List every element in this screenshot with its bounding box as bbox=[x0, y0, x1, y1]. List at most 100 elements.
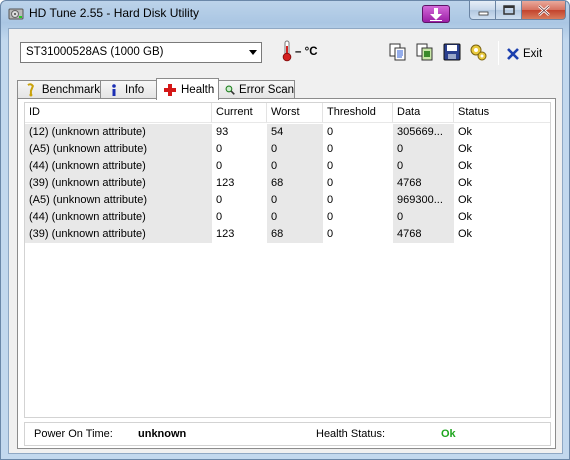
exit-button[interactable]: Exit bbox=[507, 45, 542, 63]
toolbar-separator bbox=[498, 41, 499, 65]
copy-text-icon[interactable] bbox=[388, 42, 408, 62]
table-header: ID Current Worst Threshold Data Status bbox=[25, 103, 550, 123]
status-footer: Power On Time: unknown Health Status: Ok bbox=[24, 422, 551, 446]
cell-threshold-value: 0 bbox=[327, 194, 334, 206]
health-status-label: Health Status: bbox=[316, 428, 386, 440]
cell-status: Ok bbox=[458, 177, 473, 189]
benchmark-icon bbox=[27, 83, 34, 97]
cell-current-value: 0 bbox=[216, 160, 223, 172]
cell-raw-data: 0 bbox=[393, 209, 454, 226]
temperature-readout: – °C bbox=[295, 46, 318, 58]
cell-threshold-value: 0 bbox=[327, 143, 334, 155]
column-header-status[interactable]: Status bbox=[454, 103, 550, 123]
table-row[interactable]: (12) (unknown attribute) 93 54 0 305669... Ok bbox=[25, 124, 550, 141]
hdtune-app-icon bbox=[8, 8, 24, 20]
close-button[interactable] bbox=[522, 1, 566, 20]
cell-threshold-value: 0 bbox=[327, 211, 334, 223]
column-header-worst[interactable]: Worst bbox=[267, 103, 323, 123]
magnifier-icon bbox=[225, 85, 235, 95]
cell-attribute-id: (A5) (unknown attribute) bbox=[25, 141, 212, 158]
cell-current-value: 93 bbox=[216, 126, 229, 138]
tab-error-scan[interactable]: Error Scan bbox=[218, 80, 295, 99]
chevron-down-icon bbox=[249, 50, 257, 55]
cell-raw-data: 4768 bbox=[393, 175, 454, 192]
cell-worst-value: 54 bbox=[267, 124, 323, 141]
health-panel: ID Current Worst Threshold Data Status (… bbox=[17, 98, 556, 449]
drive-dropdown-value: ST31000528AS (1000 GB) bbox=[26, 46, 164, 58]
tab-benchmark-label: Benchmark bbox=[41, 84, 100, 96]
table-row[interactable]: (A5) (unknown attribute) 0 0 0 969300... Ok bbox=[25, 192, 550, 209]
save-icon[interactable] bbox=[442, 42, 462, 62]
exit-icon bbox=[507, 48, 519, 60]
power-on-time-value: unknown bbox=[138, 428, 187, 440]
cell-raw-data: 0 bbox=[393, 158, 454, 175]
health-cross-icon bbox=[164, 83, 176, 96]
cell-worst-value: 68 bbox=[267, 175, 323, 192]
column-header-threshold[interactable]: Threshold bbox=[323, 103, 393, 123]
cell-raw-data: 0 bbox=[393, 141, 454, 158]
cell-status: Ok bbox=[458, 160, 473, 172]
health-status-value: Ok bbox=[441, 428, 456, 440]
tab-info[interactable]: Info bbox=[100, 80, 157, 99]
options-icon[interactable] bbox=[468, 42, 488, 62]
table-row[interactable]: (39) (unknown attribute) 123 68 0 4768 Ok bbox=[25, 175, 550, 192]
tab-health-label: Health bbox=[181, 83, 215, 96]
column-header-data[interactable]: Data bbox=[393, 103, 454, 123]
table-row[interactable]: (44) (unknown attribute) 0 0 0 0 Ok bbox=[25, 158, 550, 175]
drive-dropdown[interactable]: ST31000528AS (1000 GB) bbox=[20, 42, 262, 63]
cell-threshold-value: 0 bbox=[327, 126, 334, 138]
cell-current-value: 0 bbox=[216, 194, 223, 206]
cell-status: Ok bbox=[458, 126, 473, 138]
tab-health[interactable]: Health bbox=[156, 78, 219, 100]
maximize-icon bbox=[503, 5, 515, 15]
smart-attributes-table[interactable]: ID Current Worst Threshold Data Status (… bbox=[24, 102, 551, 418]
cell-worst-value: 68 bbox=[267, 226, 323, 243]
title-bar[interactable]: HD Tune 2.55 - Hard Disk Utility bbox=[1, 1, 569, 27]
cell-current-value: 123 bbox=[216, 177, 235, 189]
cell-worst-value: 0 bbox=[267, 209, 323, 226]
table-row[interactable]: (A5) (unknown attribute) 0 0 0 0 Ok bbox=[25, 141, 550, 158]
cell-worst-value: 0 bbox=[267, 158, 323, 175]
cell-raw-data: 4768 bbox=[393, 226, 454, 243]
column-header-current[interactable]: Current bbox=[212, 103, 267, 123]
cell-threshold-value: 0 bbox=[327, 228, 334, 240]
exit-label: Exit bbox=[523, 48, 543, 60]
cell-raw-data: 305669... bbox=[393, 124, 454, 141]
thermometer-icon bbox=[282, 40, 292, 62]
cell-threshold-value: 0 bbox=[327, 160, 334, 172]
down-arrow-icon bbox=[430, 8, 442, 21]
window-title: HD Tune 2.55 - Hard Disk Utility bbox=[29, 6, 200, 20]
minimize-icon bbox=[478, 11, 489, 16]
table-row[interactable]: (44) (unknown attribute) 0 0 0 0 Ok bbox=[25, 209, 550, 226]
cell-status: Ok bbox=[458, 211, 473, 223]
cell-current-value: 0 bbox=[216, 211, 223, 223]
app-window: HD Tune 2.55 - Hard Disk Utility ST31000… bbox=[0, 0, 570, 460]
cell-current-value: 0 bbox=[216, 143, 223, 155]
cell-threshold-value: 0 bbox=[327, 177, 334, 189]
cell-worst-value: 0 bbox=[267, 141, 323, 158]
cell-status: Ok bbox=[458, 194, 473, 206]
table-row[interactable]: (39) (unknown attribute) 123 68 0 4768 Ok bbox=[25, 226, 550, 243]
info-icon bbox=[112, 84, 116, 96]
power-on-time-label: Power On Time: bbox=[34, 428, 113, 440]
cell-attribute-id: (44) (unknown attribute) bbox=[25, 158, 212, 175]
client-area: ST31000528AS (1000 GB) – °C Exit Benchma… bbox=[8, 28, 563, 454]
cell-attribute-id: (44) (unknown attribute) bbox=[25, 209, 212, 226]
tab-error-scan-label: Error Scan bbox=[239, 84, 294, 96]
cell-attribute-id: (12) (unknown attribute) bbox=[25, 124, 212, 141]
cell-current-value: 123 bbox=[216, 228, 235, 240]
cell-attribute-id: (39) (unknown attribute) bbox=[25, 175, 212, 192]
column-header-id[interactable]: ID bbox=[25, 103, 212, 123]
minimize-button[interactable] bbox=[469, 1, 496, 20]
cell-status: Ok bbox=[458, 228, 473, 240]
cell-attribute-id: (A5) (unknown attribute) bbox=[25, 192, 212, 209]
maximize-button[interactable] bbox=[496, 1, 522, 20]
tab-benchmark[interactable]: Benchmark bbox=[17, 80, 101, 99]
copy-screenshot-icon[interactable] bbox=[415, 42, 435, 62]
cell-attribute-id: (39) (unknown attribute) bbox=[25, 226, 212, 243]
cell-status: Ok bbox=[458, 143, 473, 155]
close-icon bbox=[538, 5, 550, 16]
download-button[interactable] bbox=[422, 5, 450, 23]
cell-worst-value: 0 bbox=[267, 192, 323, 209]
tab-info-label: Info bbox=[125, 84, 145, 96]
